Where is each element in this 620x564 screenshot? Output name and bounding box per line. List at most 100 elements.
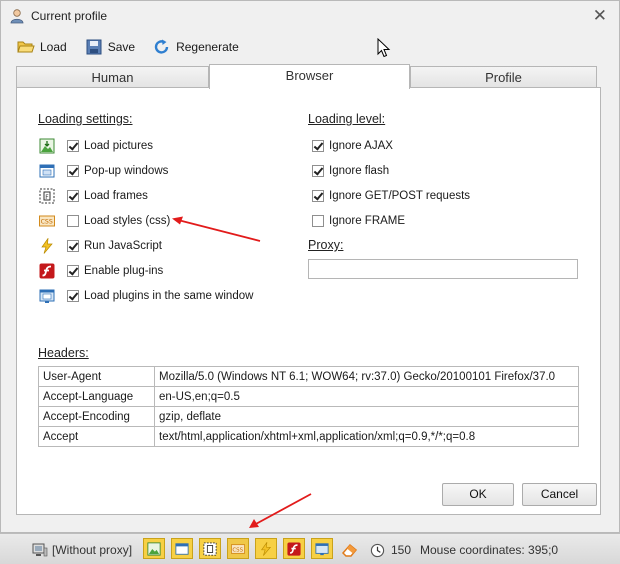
toggle-same-window[interactable] [311,538,333,559]
load-button[interactable]: Load [17,39,67,55]
header-value-cell[interactable]: en-US,en;q=0.5 [154,386,579,407]
tab-profile[interactable]: Profile [410,66,597,88]
regenerate-button[interactable]: Regenerate [153,39,239,55]
ignore-getpost-checkbox[interactable] [312,190,324,202]
headers-table: User-Agent Mozilla/5.0 (Windows NT 6.1; … [38,366,579,447]
picture-icon [38,137,56,155]
setting-load-styles: CSS Load styles (css) [38,212,170,230]
eraser-button[interactable] [341,540,359,560]
browser-panel: Loading settings: Load pictures Pop-up w… [16,87,601,515]
computer-icon [32,543,48,557]
plugins-same-window-checkbox[interactable] [67,290,79,302]
ignore-getpost-label: Ignore GET/POST requests [329,190,471,202]
frame-icon [203,541,217,556]
table-row[interactable]: Accept-Encoding gzip, deflate [38,406,579,427]
toggle-frames[interactable] [199,538,221,559]
tab-browser-label: Browser [285,68,334,83]
close-icon[interactable]: ✕ [593,6,607,26]
proxy-input[interactable] [308,259,578,279]
tab-profile-label: Profile [485,70,522,85]
table-row[interactable]: Accept text/html,application/xhtml+xml,a… [38,426,579,447]
regenerate-label: Regenerate [176,40,239,54]
load-styles-checkbox[interactable] [67,215,79,227]
mouse-coordinates-text: Mouse coordinates: 395;0 [420,543,559,557]
save-label: Save [107,40,136,54]
popup-window-icon [38,162,56,180]
header-value-cell[interactable]: gzip, deflate [154,406,579,427]
lightning-icon [38,237,56,255]
timer-status: 150 [370,540,411,560]
level-ignore-getpost: Ignore GET/POST requests [312,187,470,205]
header-value-cell[interactable]: text/html,application/xhtml+xml,applicat… [154,426,579,447]
svg-text:CSS: CSS [41,219,53,226]
mouse-cursor-icon [377,38,391,58]
load-frames-label: Load frames [84,190,148,202]
run-javascript-label: Run JavaScript [84,240,162,252]
setting-load-pictures: Load pictures [38,137,153,155]
save-button[interactable]: Save [85,39,135,55]
window-plugin-icon [315,542,329,555]
load-frames-checkbox[interactable] [67,190,79,202]
user-profile-icon [10,9,24,24]
floppy-disk-icon [86,39,102,55]
svg-text:CSS: CSS [232,547,243,553]
toggle-popups[interactable] [171,538,193,559]
ok-button[interactable]: OK [442,483,514,506]
svg-text:F: F [45,194,49,201]
toggle-javascript[interactable] [255,538,277,559]
run-javascript-checkbox[interactable] [67,240,79,252]
level-ignore-flash: Ignore flash [312,162,389,180]
proxy-label: Proxy: [308,238,344,252]
table-row[interactable]: Accept-Language en-US,en;q=0.5 [38,386,579,407]
ignore-ajax-checkbox[interactable] [312,140,324,152]
picture-icon [147,541,161,556]
toolbar: Load Save Regenerate [17,37,239,57]
flash-plugin-icon [38,262,56,280]
window-title: Current profile [31,9,108,23]
setting-load-frames: F Load frames [38,187,148,205]
toggle-pictures[interactable] [143,538,165,559]
proxy-status[interactable]: [Without proxy] [32,540,132,560]
tab-browser[interactable]: Browser [209,64,410,89]
eraser-icon [341,543,358,557]
tab-human[interactable]: Human [16,66,209,88]
setting-popup-windows: Pop-up windows [38,162,168,180]
mouse-coordinates: Mouse coordinates: 395;0 [420,540,558,560]
headers-title: Headers: [38,346,89,360]
ignore-frame-checkbox[interactable] [312,215,324,227]
frame-icon: F [38,187,56,205]
setting-enable-plugins: Enable plug-ins [38,262,163,280]
table-row[interactable]: User-Agent Mozilla/5.0 (Windows NT 6.1; … [38,366,579,387]
timer-value: 150 [391,543,412,557]
popup-windows-label: Pop-up windows [84,165,169,177]
profile-window: Current profile ✕ Load Save Regenerate H… [0,0,620,533]
header-name-cell[interactable]: Accept-Encoding [38,406,155,427]
ignore-flash-label: Ignore flash [329,165,390,177]
flash-plugin-icon [287,541,301,556]
setting-plugins-same-window: Load plugins in the same window [38,287,253,305]
popup-windows-checkbox[interactable] [67,165,79,177]
header-name-cell[interactable]: Accept-Language [38,386,155,407]
ignore-flash-checkbox[interactable] [312,165,324,177]
status-bar: [Without proxy] CSS 150 Mouse coordinate… [0,533,620,564]
header-name-cell[interactable]: User-Agent [38,366,155,387]
level-ignore-ajax: Ignore AJAX [312,137,393,155]
level-ignore-frame: Ignore FRAME [312,212,405,230]
toggle-plugins[interactable] [283,538,305,559]
header-name-cell[interactable]: Accept [38,426,155,447]
ignore-ajax-label: Ignore AJAX [329,140,393,152]
header-value-cell[interactable]: Mozilla/5.0 (Windows NT 6.1; WOW64; rv:3… [154,366,579,387]
popup-window-icon [175,542,189,555]
loading-settings-title: Loading settings: [38,112,133,126]
loading-level-title: Loading level: [308,112,386,126]
title-bar: Current profile ✕ [1,1,619,31]
load-pictures-checkbox[interactable] [67,140,79,152]
folder-open-icon [17,41,35,53]
toggle-css[interactable]: CSS [227,538,249,559]
enable-plugins-checkbox[interactable] [67,265,79,277]
ignore-frame-label: Ignore FRAME [329,215,406,227]
tab-human-label: Human [91,70,134,85]
css-icon: CSS [231,543,245,554]
cancel-button[interactable]: Cancel [522,483,597,506]
refresh-icon [154,39,169,54]
